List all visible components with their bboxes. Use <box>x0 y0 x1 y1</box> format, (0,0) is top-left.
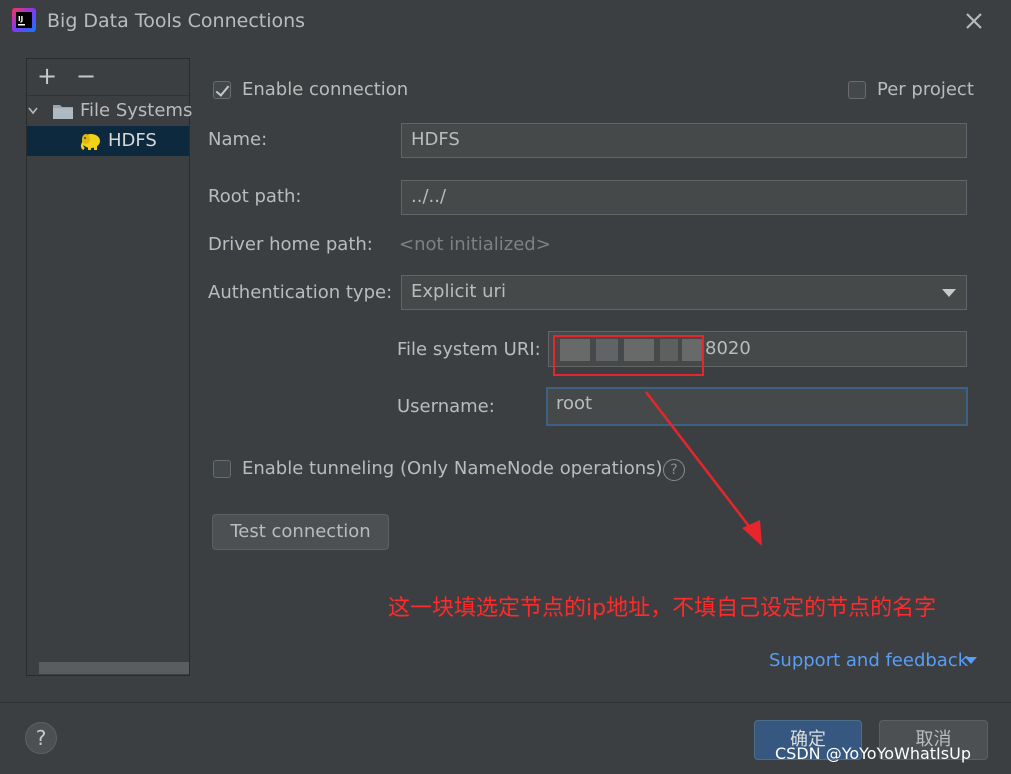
window-title: Big Data Tools Connections <box>47 10 306 32</box>
root-path-label: Root path: <box>208 186 302 207</box>
tree-item-hdfs[interactable]: HDFS <box>27 126 189 156</box>
support-feedback-link[interactable]: Support and feedback <box>769 650 968 671</box>
hadoop-elephant-icon <box>80 134 100 151</box>
per-project-label: Per project <box>877 79 974 100</box>
fs-uri-label: File system URI: <box>397 339 541 360</box>
highlight-box <box>553 335 704 376</box>
svg-text:IJ: IJ <box>18 15 23 23</box>
close-icon[interactable] <box>962 9 986 33</box>
test-connection-button[interactable]: Test connection <box>212 514 389 550</box>
fs-uri-port: 8020 <box>705 338 751 359</box>
enable-tunneling-checkbox[interactable] <box>213 460 231 478</box>
add-connection-button[interactable]: + <box>36 64 58 88</box>
per-project-checkbox[interactable] <box>848 81 866 99</box>
chevron-down-icon[interactable] <box>965 657 977 664</box>
remove-connection-button[interactable]: − <box>75 64 97 88</box>
help-button[interactable]: ? <box>25 722 57 754</box>
footer-separator <box>0 702 1011 703</box>
driver-home-path-value: <not initialized> <box>399 234 551 255</box>
watermark: CSDN @YoYoYoWhatIsUp <box>775 744 971 763</box>
dropdown-arrow-icon[interactable] <box>942 289 956 297</box>
root-path-field[interactable]: ../../ <box>401 180 967 215</box>
name-field[interactable]: HDFS <box>401 123 967 158</box>
annotation-text: 这一块填选定节点的ip地址，不填自己设定的节点的名字 <box>388 596 937 621</box>
tree-item-label: HDFS <box>108 130 157 151</box>
name-label: Name: <box>208 129 268 150</box>
tree-item-file-systems[interactable]: File Systems <box>27 97 193 127</box>
enable-tunneling-label: Enable tunneling (Only NameNode operatio… <box>242 458 663 479</box>
auth-type-label: Authentication type: <box>208 282 393 303</box>
enable-connection-checkbox[interactable] <box>213 81 231 99</box>
auth-type-select[interactable]: Explicit uri <box>401 275 967 310</box>
driver-home-path-label: Driver home path: <box>208 234 373 255</box>
tree-item-label: File Systems <box>80 100 193 121</box>
enable-connection-label: Enable connection <box>242 79 409 100</box>
sidebar-scrollbar[interactable] <box>39 662 189 674</box>
help-icon[interactable]: ? <box>663 459 685 481</box>
folder-icon <box>53 105 73 119</box>
chevron-down-icon[interactable] <box>27 105 39 117</box>
intellij-icon: IJ <box>12 8 36 32</box>
username-label: Username: <box>397 396 495 417</box>
auth-type-value: Explicit uri <box>411 281 506 302</box>
